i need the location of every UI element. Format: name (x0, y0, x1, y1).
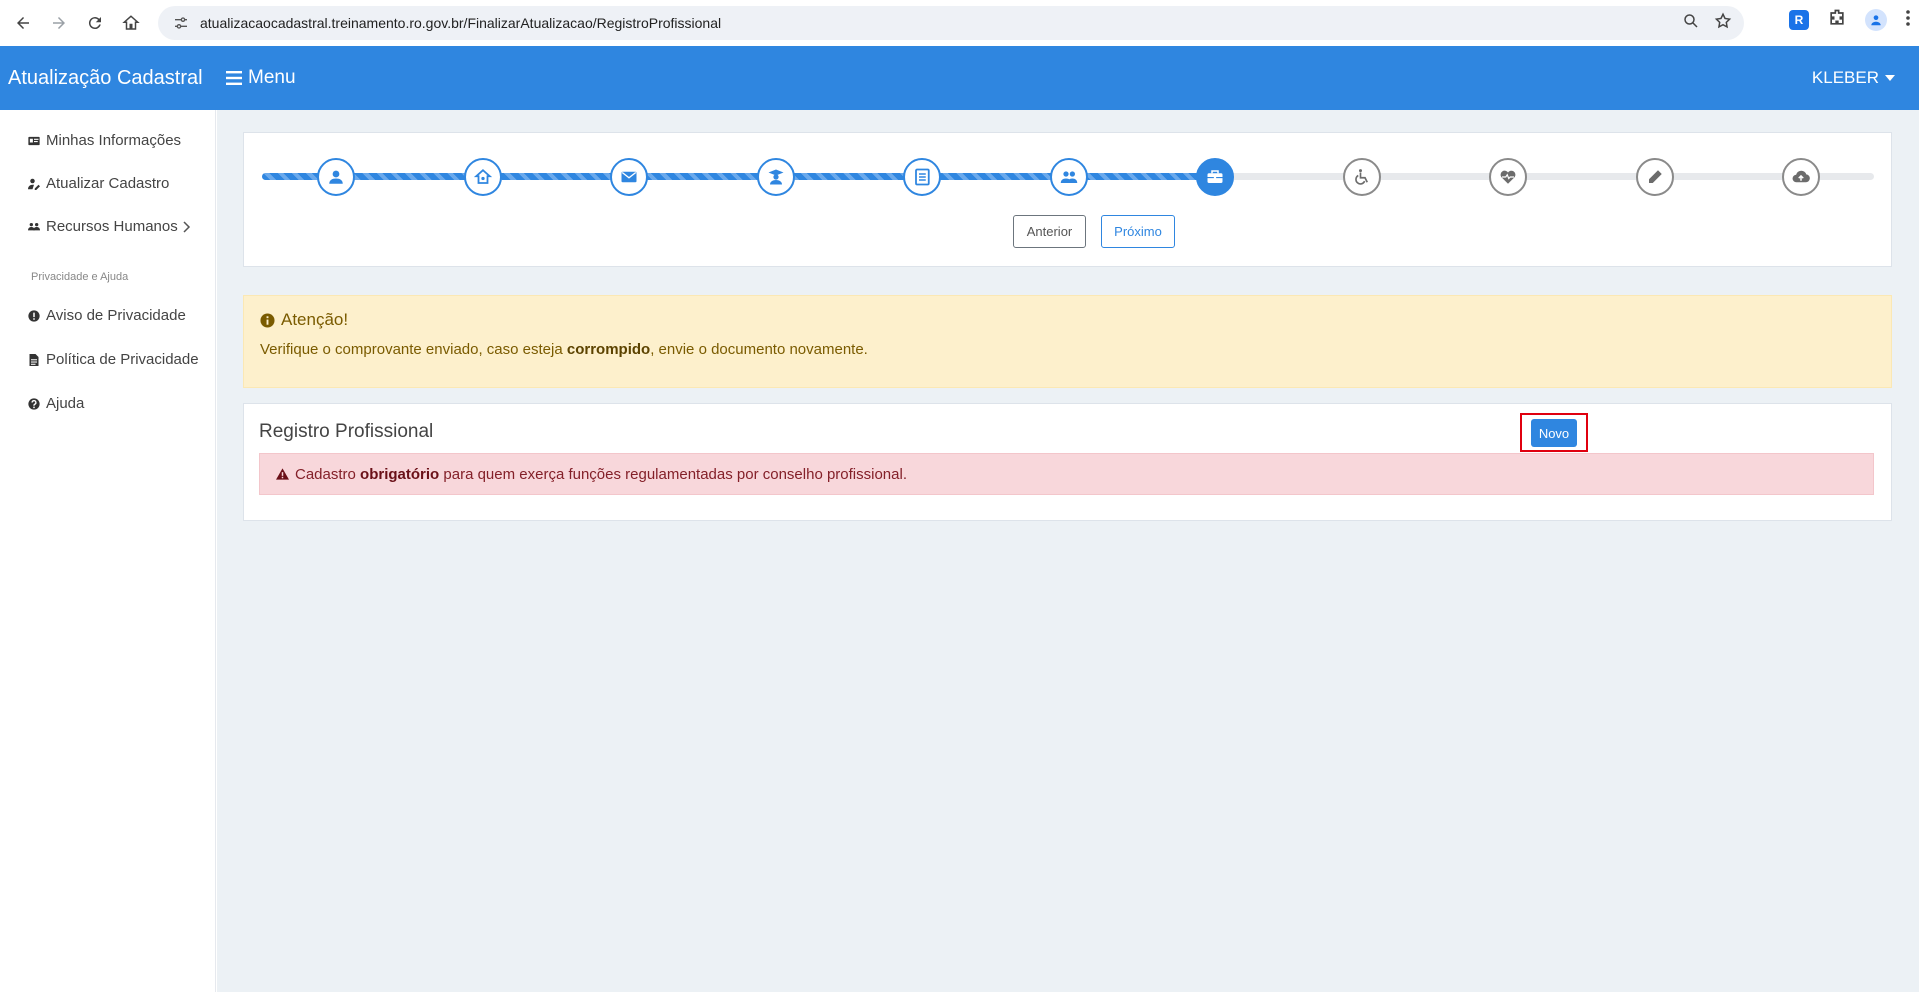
cloud-upload-icon (1792, 170, 1810, 183)
step-dados-pessoais[interactable] (317, 158, 355, 196)
sidebar-item-minhas-informacoes[interactable]: Minhas Informações (28, 132, 181, 149)
briefcase-icon (1207, 170, 1223, 183)
step-dependentes[interactable] (1050, 158, 1088, 196)
info-circle-icon (260, 312, 275, 328)
sidebar-item-label: Política de Privacidade (46, 351, 199, 368)
sidebar-item-atualizar-cadastro[interactable]: Atualizar Cadastro (28, 175, 169, 192)
caret-down-icon (1885, 75, 1895, 81)
step-saude[interactable] (1489, 158, 1527, 196)
user-dropdown[interactable]: KLEBER (1812, 46, 1895, 110)
wizard-stepper: Anterior Próximo (243, 132, 1892, 267)
menu-label: Menu (248, 67, 296, 88)
step-documentos[interactable] (903, 158, 941, 196)
sidebar-item-politica-privacidade[interactable]: Política de Privacidade (28, 351, 199, 368)
warning-triangle-icon (276, 468, 289, 480)
zoom-icon[interactable] (1682, 12, 1700, 34)
heartbeat-icon (1500, 170, 1516, 184)
warning-emphasis: corrompido (566, 341, 651, 358)
registro-profissional-card: Registro Profissional Novo Cadastro obri… (243, 403, 1892, 521)
exclamation-circle-icon (28, 309, 40, 322)
required-alert: Cadastro obrigatório para quem exerça fu… (259, 453, 1874, 495)
main-content: Anterior Próximo Atenção! Verifique o co… (217, 110, 1919, 992)
warning-alert: Atenção! Verifique o comprovante enviado… (243, 295, 1892, 388)
pen-icon (1649, 170, 1662, 183)
step-envio[interactable] (1782, 158, 1820, 196)
warning-title: Atenção! (281, 310, 349, 329)
chevron-right-icon (183, 220, 191, 233)
users-icon (1060, 171, 1078, 183)
user-name: KLEBER (1811, 68, 1879, 87)
home-icon[interactable] (114, 6, 148, 40)
back-arrow-icon[interactable] (6, 6, 40, 40)
url-text[interactable]: atualizacaocadastral.treinamento.ro.gov.… (200, 15, 721, 31)
envelope-icon (621, 171, 637, 183)
users-icon (28, 222, 40, 230)
sidebar-section-title: Privacidade e Ajuda (31, 271, 129, 283)
browser-menu-icon[interactable] (1905, 9, 1911, 31)
section-title: Registro Profissional (259, 421, 434, 442)
step-assinatura[interactable] (1636, 158, 1674, 196)
address-bar[interactable]: atualizacaocadastral.treinamento.ro.gov.… (158, 6, 1744, 40)
step-deficiencia[interactable] (1343, 158, 1381, 196)
app-brand[interactable]: Atualização Cadastral (0, 67, 216, 90)
alert-text: Cadastro (295, 465, 361, 483)
new-button[interactable]: Novo (1531, 419, 1577, 447)
sidebar-item-aviso-privacidade[interactable]: Aviso de Privacidade (28, 307, 186, 324)
step-escolaridade[interactable] (757, 158, 795, 196)
previous-button[interactable]: Anterior (1013, 215, 1086, 248)
bookmark-star-icon[interactable] (1714, 12, 1732, 34)
step-contato[interactable] (610, 158, 648, 196)
warning-title-row: Atenção! (260, 310, 348, 330)
file-icon (29, 353, 39, 366)
user-icon (329, 170, 343, 184)
user-edit-icon (28, 178, 40, 190)
sidebar-item-ajuda[interactable]: Ajuda (28, 395, 84, 412)
warning-text: Verifique o comprovante enviado, caso es… (260, 341, 567, 358)
app-header: Atualização Cadastral Menu KLEBER (0, 46, 1919, 110)
sidebar-item-label: Minhas Informações (46, 132, 182, 149)
profile-avatar-icon[interactable] (1865, 9, 1887, 31)
sidebar-item-label: Recursos Humanos (46, 218, 178, 235)
reload-icon[interactable] (78, 6, 112, 40)
site-settings-icon[interactable] (166, 15, 196, 31)
warning-message: Verifique o comprovante enviado, caso es… (260, 341, 868, 358)
home-icon (474, 169, 492, 184)
sidebar: Minhas Informações Atualizar Cadastro Re… (0, 110, 216, 992)
graduate-icon (768, 169, 784, 185)
menu-toggle-button[interactable]: Menu (226, 67, 296, 89)
hamburger-icon (226, 71, 242, 85)
next-button[interactable]: Próximo (1101, 215, 1175, 248)
warning-text: , envie o documento novamente. (650, 341, 868, 358)
step-endereco[interactable] (464, 158, 502, 196)
question-circle-icon (28, 397, 40, 410)
puzzle-extensions-icon[interactable] (1827, 8, 1847, 32)
wheelchair-icon (1355, 169, 1368, 185)
step-registro-profissional[interactable] (1196, 158, 1234, 196)
alert-emphasis: obrigatório (360, 465, 440, 483)
document-icon (915, 168, 930, 186)
id-card-icon (28, 136, 40, 145)
browser-toolbar: atualizacaocadastral.treinamento.ro.gov.… (0, 0, 1919, 46)
sidebar-item-label: Atualizar Cadastro (46, 175, 170, 192)
extension-icon[interactable]: R (1789, 10, 1809, 30)
sidebar-item-label: Aviso de Privacidade (46, 307, 186, 324)
sidebar-item-recursos-humanos[interactable]: Recursos Humanos (28, 218, 198, 235)
required-text: Cadastro obrigatório para quem exerça fu… (295, 466, 907, 483)
alert-text: para quem exerça funções regulamentadas … (439, 465, 907, 483)
sidebar-item-label: Ajuda (46, 395, 85, 412)
forward-arrow-icon[interactable] (42, 6, 76, 40)
